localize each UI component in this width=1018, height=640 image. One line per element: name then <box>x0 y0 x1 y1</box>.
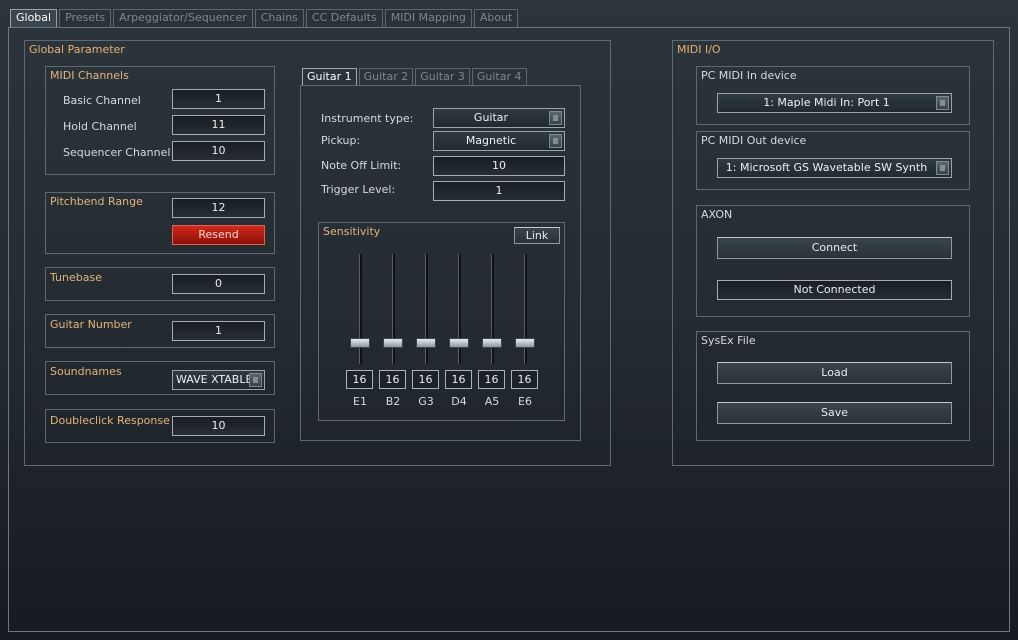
string-label-b2: B2 <box>385 395 401 408</box>
hold-channel-label: Hold Channel <box>63 120 137 133</box>
trigger-level-field[interactable]: 1 <box>433 181 565 201</box>
note-off-limit-field[interactable]: 10 <box>433 156 565 176</box>
tab-cc-defaults[interactable]: CC Defaults <box>305 9 383 27</box>
sensitivity-title: Sensitivity <box>323 225 381 238</box>
tab-global[interactable]: Global <box>10 9 58 27</box>
slider-handle-e1[interactable] <box>350 338 370 348</box>
slider-handle-g3[interactable] <box>416 338 436 348</box>
tab-arpeggiator-sequencer[interactable]: Arpeggiator/Sequencer <box>113 9 253 27</box>
sensitivity-value-e6[interactable]: 16 <box>511 370 538 389</box>
dropdown-arrow-icon[interactable] <box>549 111 562 125</box>
soundnames-title: Soundnames <box>50 365 122 378</box>
string-label-e6: E6 <box>518 395 532 408</box>
trigger-level-label: Trigger Level: <box>321 183 396 196</box>
midi-in-value: 1: Maple Midi In: Port 1 <box>763 96 890 109</box>
tab-midi-mapping[interactable]: MIDI Mapping <box>384 9 472 27</box>
sysex-group <box>696 331 970 441</box>
sequencer-channel-field[interactable]: 10 <box>172 141 265 161</box>
midi-io-title: MIDI I/O <box>677 43 721 56</box>
instrument-type-value: Guitar <box>473 111 509 124</box>
axon-title: AXON <box>701 208 733 221</box>
soundnames-value: WAVE XTABLE <box>176 373 253 386</box>
link-button[interactable]: Link <box>514 227 560 244</box>
string-label-e1: E1 <box>353 395 367 408</box>
load-button[interactable]: Load <box>717 362 952 384</box>
resend-button[interactable]: Resend <box>172 225 265 245</box>
sensitivity-value-d4[interactable]: 16 <box>445 370 472 389</box>
tunebase-title: Tunebase <box>50 271 102 284</box>
string-label-d4: D4 <box>451 395 467 408</box>
string-label-a5: A5 <box>484 395 500 408</box>
midi-in-select[interactable]: 1: Maple Midi In: Port 1 <box>717 93 952 113</box>
guitar-number-title: Guitar Number <box>50 318 132 331</box>
slider-handle-a5[interactable] <box>482 338 502 348</box>
connect-button[interactable]: Connect <box>717 237 952 259</box>
tab-guitar-2[interactable]: Guitar 2 <box>358 68 414 85</box>
doubleclick-response-field[interactable]: 10 <box>172 416 265 436</box>
pickup-select[interactable]: Magnetic <box>433 131 565 151</box>
tab-presets[interactable]: Presets <box>59 9 112 27</box>
tunebase-field[interactable]: 0 <box>172 274 265 294</box>
basic-channel-field[interactable]: 1 <box>172 89 265 109</box>
sensitivity-value-e1[interactable]: 16 <box>346 370 373 389</box>
basic-channel-label: Basic Channel <box>63 94 141 107</box>
soundnames-select[interactable]: WAVE XTABLE <box>172 370 265 390</box>
note-off-limit-label: Note Off Limit: <box>321 159 402 172</box>
midi-out-value: 1: Microsoft GS Wavetable SW Synth <box>725 161 928 174</box>
midi-out-title: PC MIDI Out device <box>701 134 807 147</box>
instrument-type-label: Instrument type: <box>321 112 414 125</box>
slider-handle-d4[interactable] <box>449 338 469 348</box>
sensitivity-group <box>318 222 565 421</box>
midi-in-title: PC MIDI In device <box>701 69 797 82</box>
sensitivity-value-g3[interactable]: 16 <box>412 370 439 389</box>
pickup-label: Pickup: <box>321 134 361 147</box>
save-button[interactable]: Save <box>717 402 952 424</box>
tab-chains[interactable]: Chains <box>254 9 304 27</box>
midi-channels-title: MIDI Channels <box>50 69 129 82</box>
slider-handle-e6[interactable] <box>515 338 535 348</box>
pitchbend-range-field[interactable]: 12 <box>172 198 265 218</box>
sensitivity-value-a5[interactable]: 16 <box>478 370 505 389</box>
guitar-tab-bar: Guitar 1 Guitar 2 Guitar 3 Guitar 4 <box>302 68 527 85</box>
sensitivity-value-b2[interactable]: 16 <box>379 370 406 389</box>
sequencer-channel-label: Sequencer Channel <box>63 146 171 159</box>
instrument-type-select[interactable]: Guitar <box>433 108 565 128</box>
sysex-title: SysEx File <box>701 334 756 347</box>
tab-guitar-3[interactable]: Guitar 3 <box>415 68 470 85</box>
dropdown-arrow-icon[interactable] <box>936 161 949 175</box>
global-parameter-title: Global Parameter <box>29 43 125 56</box>
connection-status: Not Connected <box>717 280 952 300</box>
hold-channel-field[interactable]: 11 <box>172 115 265 135</box>
tab-about[interactable]: About <box>473 9 519 27</box>
tab-guitar-1[interactable]: Guitar 1 <box>302 68 357 85</box>
dropdown-arrow-icon[interactable] <box>936 96 949 110</box>
dropdown-arrow-icon[interactable] <box>249 373 262 387</box>
tab-guitar-4[interactable]: Guitar 4 <box>471 68 527 85</box>
midi-out-select[interactable]: 1: Microsoft GS Wavetable SW Synth <box>717 158 952 178</box>
dropdown-arrow-icon[interactable] <box>549 134 562 148</box>
string-label-g3: G3 <box>418 395 434 408</box>
main-tab-bar: Global Presets Arpeggiator/Sequencer Cha… <box>10 9 519 27</box>
slider-handle-b2[interactable] <box>383 338 403 348</box>
pitchbend-range-title: Pitchbend Range <box>50 195 143 208</box>
doubleclick-response-title: Doubleclick Response <box>50 414 170 427</box>
guitar-number-field[interactable]: 1 <box>172 321 265 341</box>
pickup-value: Magnetic <box>465 134 517 147</box>
axon-group <box>696 205 970 317</box>
